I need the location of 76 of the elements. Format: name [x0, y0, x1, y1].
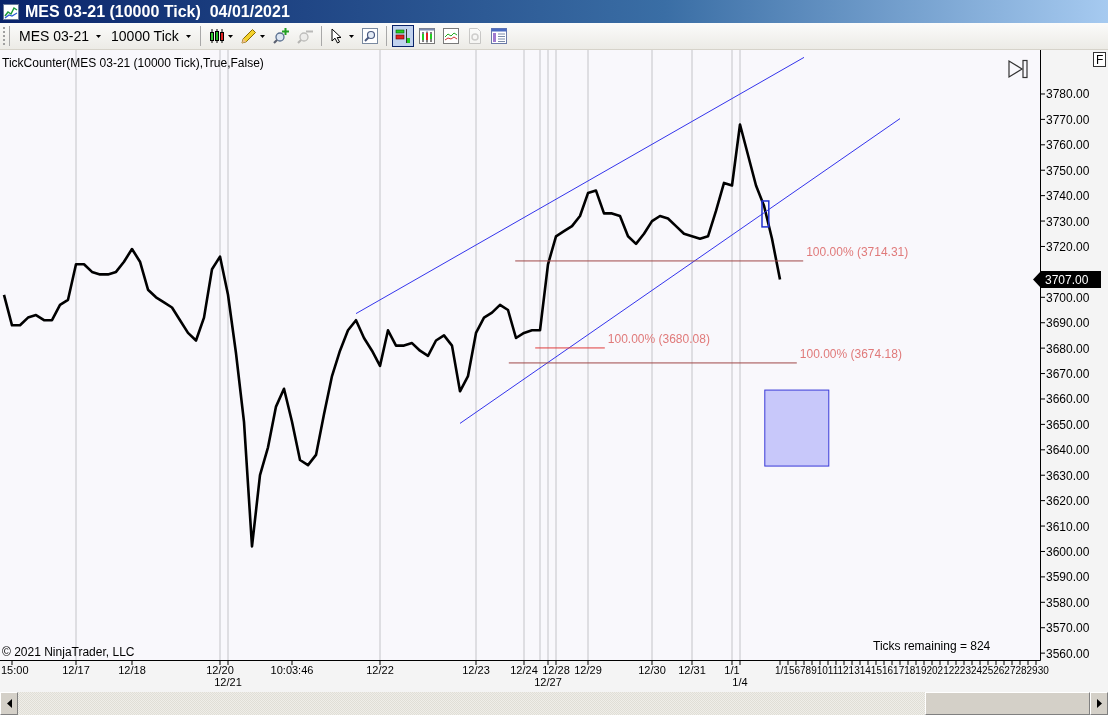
caret-icon [348, 34, 354, 38]
price-axis-label: 3610.00 [1046, 519, 1090, 534]
line-chart-icon [442, 28, 459, 44]
price-axis-label: 3700.00 [1046, 290, 1090, 305]
zoom-in-icon [272, 28, 289, 44]
bars-icon [394, 28, 411, 44]
price-axis-label: 3560.00 [1046, 646, 1090, 661]
time-axis-label: 12/28 [542, 664, 570, 676]
price-axis-label: 3750.00 [1046, 163, 1090, 178]
caret-icon [185, 34, 191, 38]
indicator-label: TickCounter(MES 03-21 (10000 Tick),True,False) [2, 56, 264, 70]
price-level-label: 100.00% (3674.18) [799, 346, 902, 361]
time-axis-label: 10:03:46 [270, 664, 314, 676]
right-arrow-icon [1096, 699, 1102, 708]
price-level-label: 100.00% (3680.08) [607, 331, 710, 346]
scrollbar-thumb[interactable] [925, 692, 1090, 715]
window-title: MES 03-21 (10000 Tick) 04/01/2021 [25, 2, 290, 21]
time-axis-label: 15:00 [1, 664, 29, 676]
ticks-remaining-text: Ticks remaining = 824 [873, 639, 991, 653]
price-axis-label: 3630.00 [1046, 468, 1090, 483]
price-axis-label: 3660.00 [1046, 392, 1090, 407]
chart-icon [3, 3, 19, 20]
time-axis-label: 12/30 [638, 664, 666, 676]
price-axis-label: 3570.00 [1046, 621, 1090, 636]
pencil-icon [240, 28, 257, 44]
time-axis-label: 1/1 [724, 664, 740, 676]
caret-icon [96, 34, 102, 38]
time-axis-label: 12/22 [366, 664, 394, 676]
document-icon [466, 28, 483, 44]
list-window-icon [490, 28, 507, 44]
time-axis-label: 12/17 [62, 664, 90, 676]
rectangle-drawing[interactable] [764, 389, 830, 467]
candlestick-icon [208, 28, 225, 44]
price-axis-label: 3780.00 [1046, 87, 1090, 102]
corner-button[interactable]: F [1093, 52, 1106, 67]
price-axis-label: 3580.00 [1046, 595, 1090, 610]
price-axis-label: 3670.00 [1046, 367, 1090, 382]
zoom-out-icon [296, 28, 313, 44]
scroll-left-button[interactable] [0, 692, 18, 715]
toolbar-button[interactable] [391, 25, 414, 47]
caret-icon [259, 34, 265, 38]
price-level-label: 100.00% (3714.31) [806, 244, 909, 259]
price-axis-label: 3690.00 [1046, 316, 1090, 331]
skip-end-icon[interactable] [1008, 59, 1028, 79]
price-axis-label: 3590.00 [1046, 570, 1090, 585]
price-axis-label: 3720.00 [1046, 239, 1090, 254]
time-axis-label: 12/27 [534, 676, 562, 688]
time-axis-label: 12/20 [206, 664, 234, 676]
time-axis-label: 12/31 [678, 664, 706, 676]
time-axis-label: 12/23 [462, 664, 490, 676]
price-axis-label: 3650.00 [1046, 417, 1090, 432]
time-axis-label: 1/156789101112131415161718192021222324252627282930 [775, 665, 1049, 676]
price-axis-label: 3760.00 [1046, 138, 1090, 153]
time-axis-label: 12/29 [574, 664, 602, 676]
time-axis-label: 12/24 [510, 664, 538, 676]
magnifier-icon [361, 28, 378, 44]
price-level-line[interactable] [515, 260, 804, 262]
price-axis-label: 3770.00 [1046, 112, 1090, 127]
price-axis-label: 3740.00 [1046, 189, 1090, 204]
last-price-marker: 3707.00 [1033, 271, 1101, 288]
time-axis-label: 1/4 [732, 676, 748, 688]
time-axis-label: 12/18 [118, 664, 146, 676]
price-axis-label: 3730.00 [1046, 214, 1090, 229]
price-axis-label: 3640.00 [1046, 443, 1090, 458]
scroll-right-button[interactable] [1090, 692, 1108, 715]
price-axis-label: 3680.00 [1046, 341, 1090, 356]
price-axis-label: 3600.00 [1046, 544, 1090, 559]
interval-dropdown[interactable]: 10000 Tick [106, 25, 196, 47]
price-axis-label: 3620.00 [1046, 494, 1090, 509]
time-axis-label: 12/21 [214, 676, 242, 688]
copyright-text: © 2021 NinjaTrader, LLC [2, 645, 135, 659]
caret-icon [227, 34, 233, 38]
instrument-dropdown[interactable]: MES 03-21 [14, 25, 107, 47]
selection-rectangle[interactable] [761, 200, 770, 228]
candlestick-window-icon [418, 28, 435, 44]
left-arrow-icon [6, 699, 12, 708]
